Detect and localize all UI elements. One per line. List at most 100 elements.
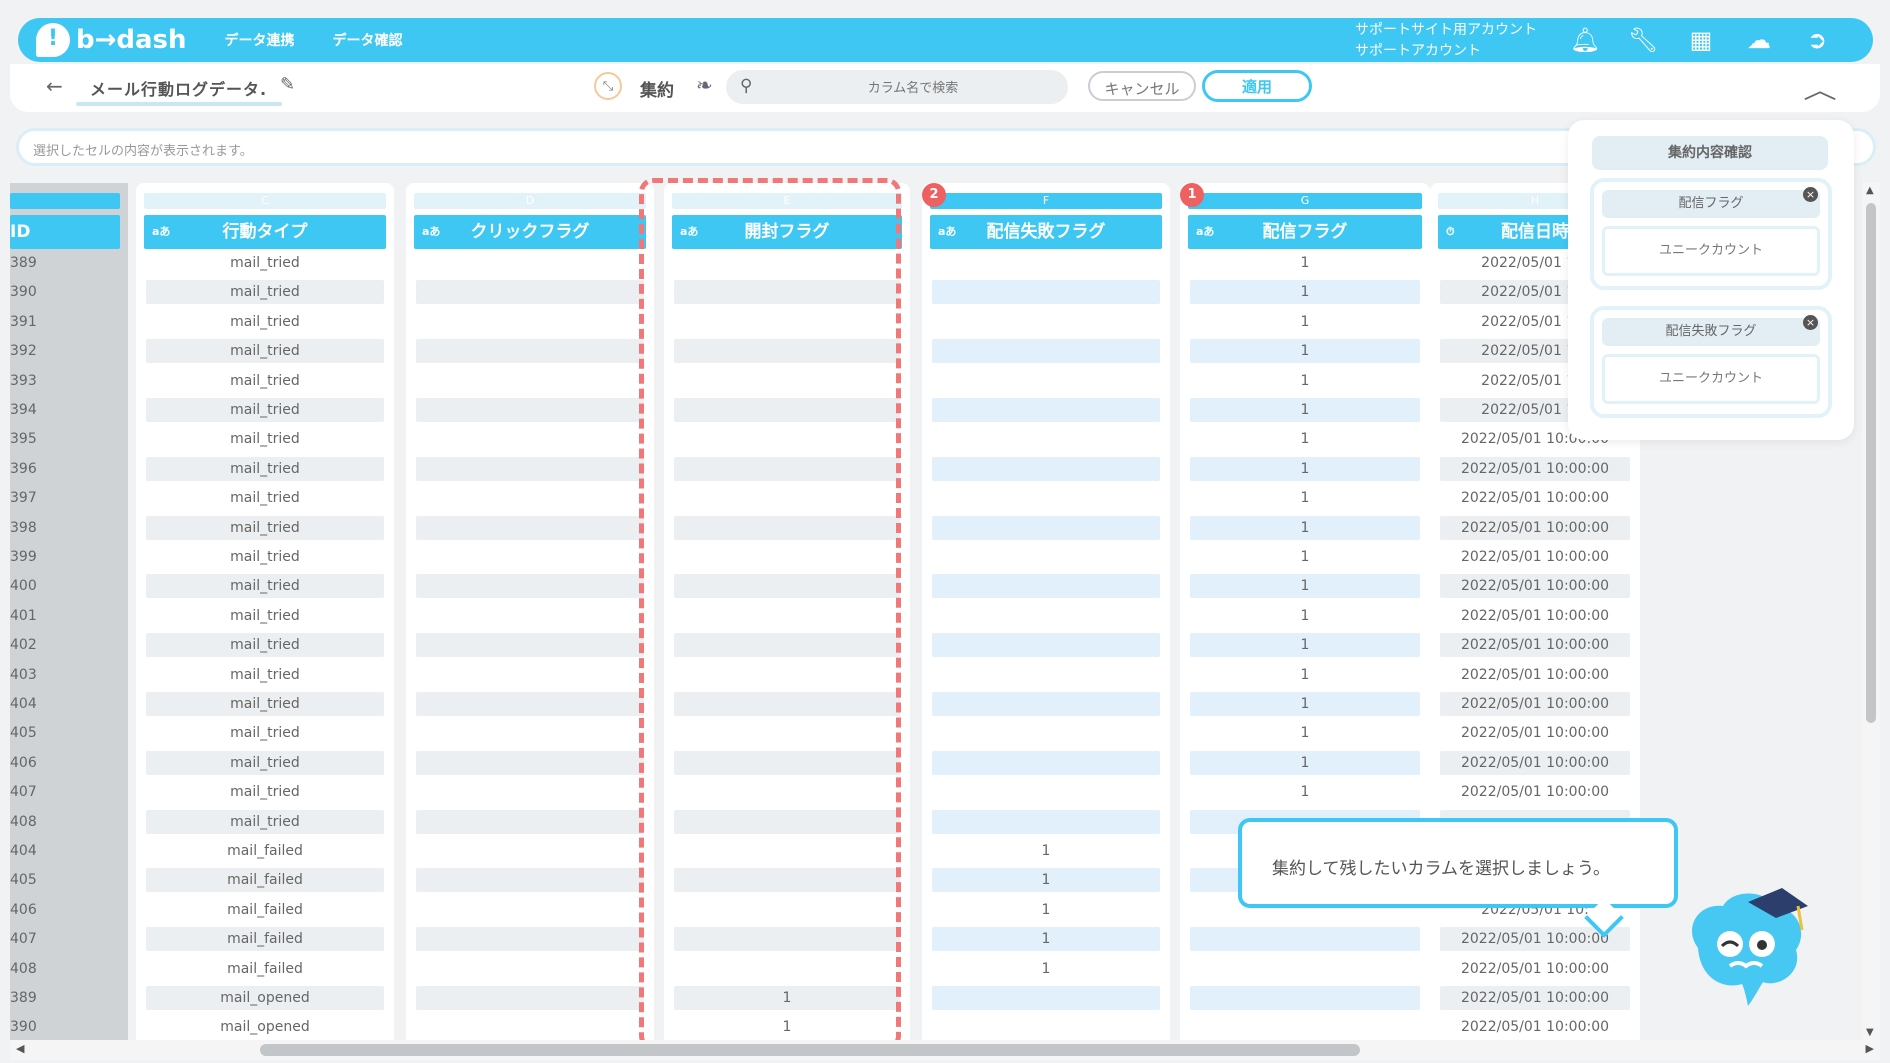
table-cell[interactable] [416,809,644,834]
table-cell[interactable]: mail_opened [146,986,384,1010]
column-letter[interactable]: G [1188,193,1422,209]
aggregation-method-select[interactable]: ユニークカウント [1602,354,1820,404]
id-cell[interactable]: 389 [10,251,37,275]
table-cell[interactable] [932,809,1160,834]
table-cell[interactable]: mail_tried [146,515,384,540]
table-cell[interactable]: 1 [1190,369,1420,393]
table-cell[interactable]: 1 [1190,398,1420,422]
table-cell[interactable]: mail_tried [146,780,384,804]
table-cell[interactable]: mail_tried [146,721,384,745]
id-cell[interactable]: 407 [10,780,37,804]
table-cell[interactable]: 2022/05/01 10:00:00 [1440,721,1630,745]
id-cell[interactable]: 402 [10,633,37,657]
table-cell[interactable]: mail_failed [146,957,384,981]
id-cell[interactable]: 404 [10,839,37,863]
id-cell[interactable]: 407 [10,927,37,951]
id-cell[interactable]: 391 [10,310,37,334]
table-cell[interactable]: 1 [1190,604,1420,628]
table-cell[interactable] [416,1015,644,1039]
table-cell[interactable]: mail_failed [146,927,384,952]
table-cell[interactable] [416,868,644,893]
dataset-name[interactable]: メール行動ログデータ. [90,76,267,100]
id-cell[interactable]: 408 [10,957,37,981]
aggregation-method-select[interactable]: ユニークカウント [1602,226,1820,276]
horizontal-scroll-thumb[interactable] [260,1044,1360,1056]
column-header-id[interactable]: ID [10,215,120,249]
table-cell[interactable] [416,310,644,334]
table-cell[interactable]: 1 [932,868,1160,893]
table-cell[interactable] [932,1015,1160,1039]
table-cell[interactable]: 1 [1190,692,1420,716]
table-cell[interactable]: 2022/05/01 10:00:00 [1440,692,1630,716]
table-cell[interactable] [1190,927,1420,952]
table-cell[interactable]: mail_tried [146,486,384,510]
table-cell[interactable]: 2022/05/01 10:00:00 [1440,604,1630,628]
scroll-right-icon[interactable]: ▶ [1866,1042,1874,1055]
close-icon[interactable]: × [1803,315,1818,330]
table-cell[interactable] [932,780,1160,804]
table-cell[interactable] [932,486,1160,510]
table-cell[interactable]: mail_failed [146,898,384,922]
id-cell[interactable]: 406 [10,898,37,922]
table-cell[interactable] [932,986,1160,1010]
table-cell[interactable] [416,721,644,745]
table-cell[interactable] [932,369,1160,393]
wrench-icon[interactable]: 🔧︎ [1627,24,1659,56]
table-cell[interactable]: mail_tried [146,692,384,716]
table-cell[interactable]: 1 [1190,780,1420,804]
table-cell[interactable] [416,780,644,804]
table-cell[interactable]: mail_tried [146,427,384,451]
column-header[interactable]: aあ クリックフラグ [414,215,646,249]
table-cell[interactable] [932,721,1160,745]
column-header[interactable]: aあ 配信失敗フラグ [930,215,1162,249]
table-cell[interactable]: mail_tried [146,574,384,599]
id-cell[interactable]: 401 [10,604,37,628]
table-cell[interactable] [416,839,644,863]
table-cell[interactable] [416,339,644,364]
id-cell[interactable]: 389 [10,986,37,1010]
table-cell[interactable]: 2022/05/01 10:00:00 [1440,486,1630,510]
table-cell[interactable]: mail_tried [146,750,384,775]
table-cell[interactable]: 1 [932,927,1160,952]
table-cell[interactable] [416,574,644,599]
grid-icon[interactable]: ▦ [1685,24,1717,56]
table-cell[interactable]: 2022/05/01 10:00:00 [1440,986,1630,1010]
scroll-left-icon[interactable]: ◀ [16,1042,24,1055]
table-cell[interactable]: mail_tried [146,251,384,275]
id-cell[interactable]: 403 [10,663,37,687]
horizontal-scrollbar[interactable]: ◀ ▶ [10,1040,1880,1060]
table-cell[interactable] [932,280,1160,305]
table-cell[interactable] [416,515,644,540]
table-cell[interactable]: mail_tried [146,280,384,305]
pencil-icon[interactable]: ✎ [280,74,295,95]
table-cell[interactable] [416,486,644,510]
table-cell[interactable]: 1 [1190,545,1420,569]
table-cell[interactable] [416,986,644,1010]
table-cell[interactable] [932,663,1160,687]
table-cell[interactable] [416,957,644,981]
table-cell[interactable]: 2022/05/01 10:00:00 [1440,780,1630,804]
table-cell[interactable] [416,750,644,775]
vertical-scroll-thumb[interactable] [1866,203,1876,723]
table-cell[interactable] [416,398,644,422]
id-cell[interactable]: 395 [10,427,37,451]
nav-data-integration[interactable]: データ連携 [225,30,295,50]
compress-icon[interactable]: ⤡ [594,72,622,100]
table-cell[interactable]: mail_tried [146,663,384,687]
id-cell[interactable]: 396 [10,457,37,481]
close-icon[interactable]: × [1803,187,1818,202]
column-letter[interactable]: F [930,193,1162,209]
id-cell[interactable]: 393 [10,369,37,393]
nav-data-check[interactable]: データ確認 [333,30,403,50]
bell-icon[interactable]: 🔔︎ [1569,24,1601,56]
column-letter[interactable]: C [144,193,386,209]
table-cell[interactable] [932,456,1160,481]
table-cell[interactable] [932,310,1160,334]
table-cell[interactable]: mail_tried [146,456,384,481]
table-cell[interactable]: mail_tried [146,310,384,334]
column-header[interactable]: aあ 行動タイプ [144,215,386,249]
table-cell[interactable] [416,692,644,716]
table-cell[interactable]: mail_tried [146,545,384,569]
id-cell[interactable]: 404 [10,692,37,716]
cancel-button[interactable]: キャンセル [1088,71,1196,101]
